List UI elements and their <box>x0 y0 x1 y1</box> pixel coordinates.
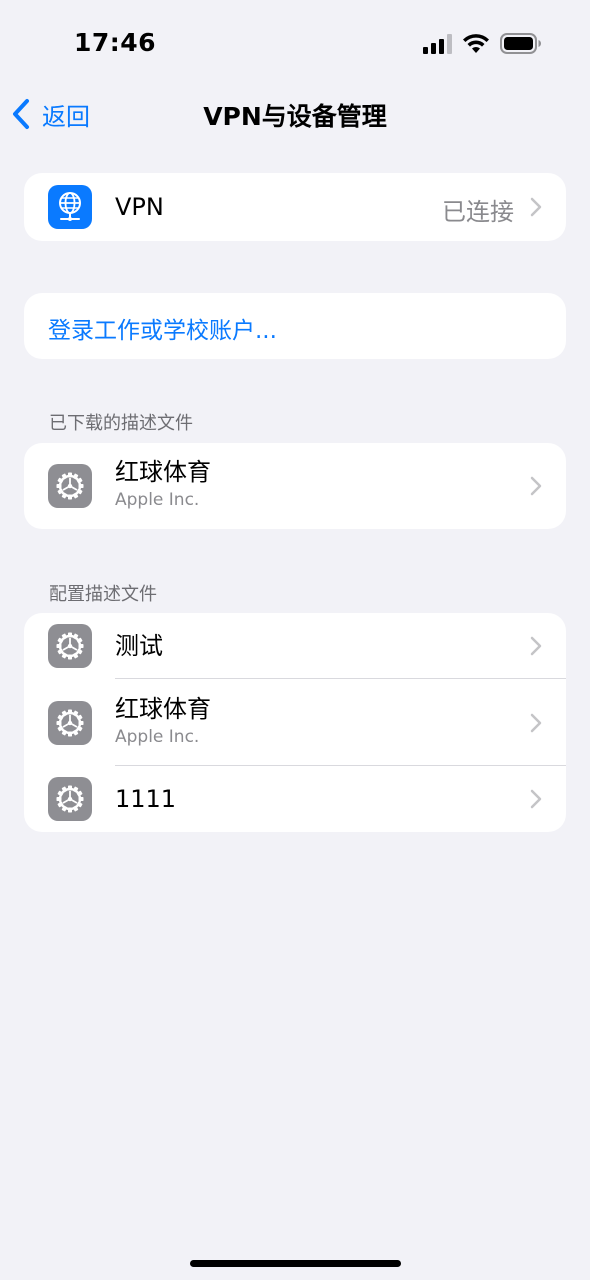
config-profile-row[interactable]: 测试 <box>24 613 566 679</box>
signal-icon <box>423 34 452 54</box>
profile-title: 1111 <box>115 785 177 813</box>
vpn-status-value: 已连接 <box>442 198 514 226</box>
vpn-label: VPN <box>115 193 164 221</box>
gear-icon <box>48 624 92 668</box>
login-work-school-account-link[interactable]: 登录工作或学校账户... <box>48 311 277 345</box>
vpn-row[interactable]: VPN 已连接 <box>24 173 566 241</box>
chevron-right-icon <box>530 636 542 656</box>
vpn-group: VPN 已连接 <box>24 173 566 241</box>
downloaded-profile-row[interactable]: 红球体育 Apple Inc. <box>24 443 566 529</box>
configuration-profiles-header: 配置描述文件 <box>49 584 157 605</box>
login-group: 登录工作或学校账户... <box>24 293 566 359</box>
gear-icon <box>48 464 92 508</box>
screen: 17:46 返回 VPN与设备管理 VPN 已连接 登录工作或学校账户... 已… <box>0 0 590 1280</box>
wifi-icon <box>463 34 489 53</box>
chevron-right-icon <box>530 197 542 217</box>
navigation-bar: 返回 VPN与设备管理 <box>0 84 590 144</box>
config-profile-row[interactable]: 红球体育 Apple Inc. <box>24 679 566 766</box>
profile-subtitle: Apple Inc. <box>115 727 200 747</box>
downloaded-profiles-header: 已下载的描述文件 <box>49 413 193 434</box>
profile-title: 红球体育 <box>115 458 211 486</box>
gear-icon <box>48 777 92 821</box>
configuration-profiles-group: 测试 红球体育 Apple Inc. 1111 <box>24 613 566 832</box>
gear-icon <box>48 701 92 745</box>
status-bar: 17:46 <box>0 0 590 80</box>
battery-icon <box>500 33 541 54</box>
downloaded-profiles-group: 红球体育 Apple Inc. <box>24 443 566 529</box>
login-work-school-account-row[interactable]: 登录工作或学校账户... <box>24 293 566 359</box>
chevron-right-icon <box>530 789 542 809</box>
page-title: VPN与设备管理 <box>203 102 387 131</box>
vpn-globe-icon <box>48 185 92 229</box>
chevron-right-icon <box>530 713 542 733</box>
profile-subtitle: Apple Inc. <box>115 490 200 510</box>
config-profile-row[interactable]: 1111 <box>24 766 566 832</box>
profile-title: 红球体育 <box>115 695 211 723</box>
status-time: 17:46 <box>74 28 157 57</box>
profile-title: 测试 <box>115 632 163 660</box>
home-indicator[interactable] <box>190 1260 401 1267</box>
chevron-right-icon <box>530 476 542 496</box>
